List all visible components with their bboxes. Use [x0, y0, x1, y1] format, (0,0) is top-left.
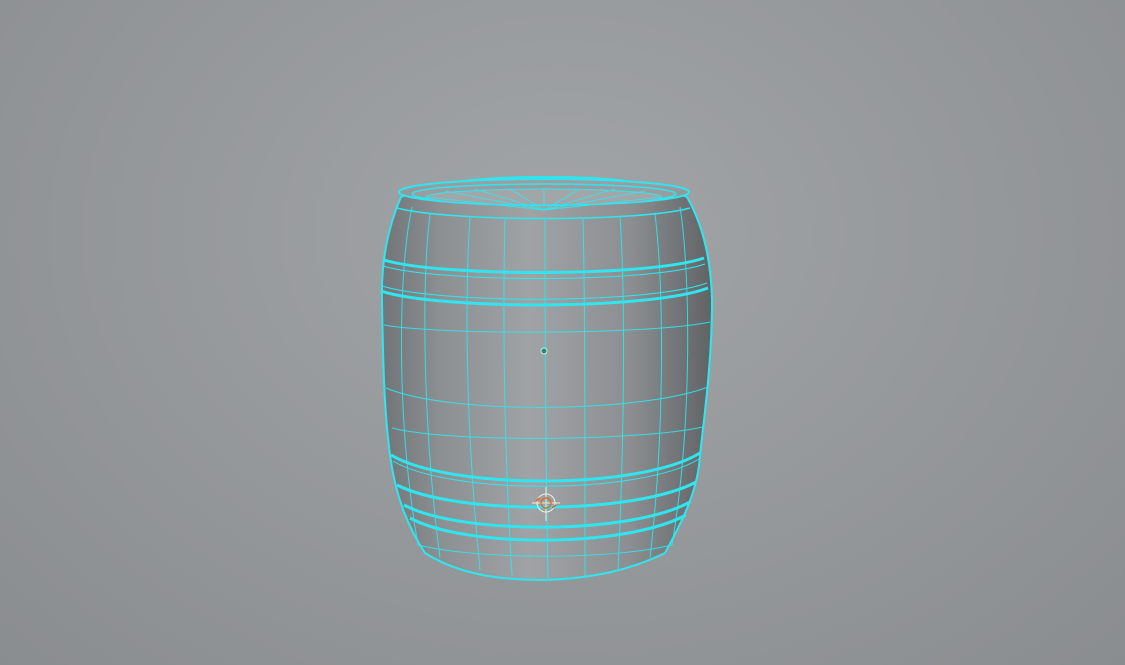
3d-viewport[interactable]	[0, 0, 1125, 665]
barrel-scene[interactable]	[0, 0, 1125, 665]
object-pivot-icon[interactable]	[540, 347, 548, 355]
